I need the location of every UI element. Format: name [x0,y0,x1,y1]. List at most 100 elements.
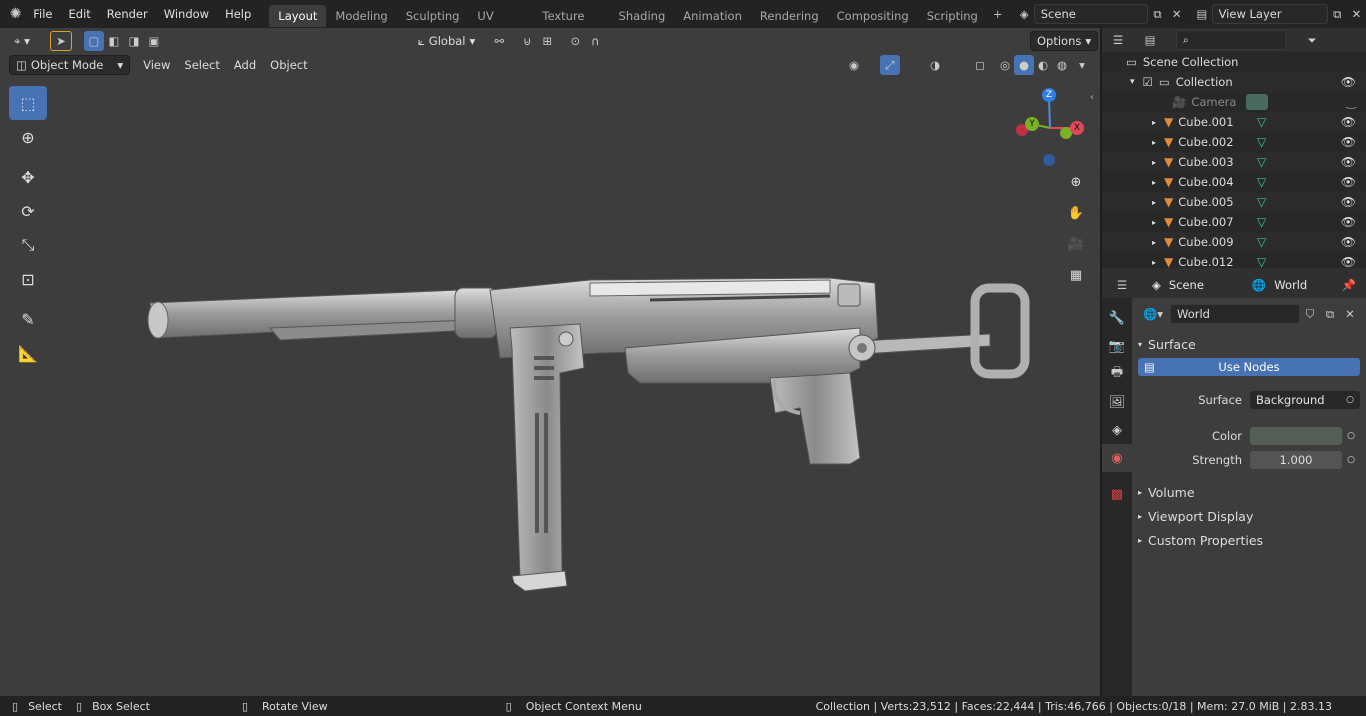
display-mode-icon[interactable]: ▤ [1140,30,1160,50]
output-tab-icon[interactable]: 🖶 [1102,360,1132,388]
camera-object-icon: 🎥 [1172,95,1187,109]
outliner-row-cube[interactable]: ▸ ▼ Cube.003 ▽ 👁 [1102,152,1366,172]
scene-field[interactable]: Scene [1033,4,1148,24]
viewport-display-panel-header[interactable]: ▸ Viewport Display [1138,504,1360,528]
pin-icon[interactable]: 📌 [1342,278,1356,292]
tab-modeling[interactable]: Modeling [326,5,396,27]
scene-tab-icon[interactable]: ◈ [1102,416,1132,444]
tab-shading[interactable]: Shading [610,5,675,27]
world-tab-icon[interactable]: ◉ [1102,444,1132,472]
outliner-row-cube[interactable]: ▸ ▼ Cube.001 ▽ 👁 [1102,112,1366,132]
expand-arrow-icon[interactable]: ▸ [1152,138,1156,147]
menu-edit[interactable]: Edit [61,0,99,28]
tab-animation[interactable]: Animation [674,5,751,27]
tab-uv-editing[interactable]: UV Editing [468,5,533,45]
add-workspace-button[interactable]: + [987,7,1009,21]
filter-icon[interactable]: ⏷ [1302,30,1322,50]
outliner-editor-icon[interactable]: ☰ [1108,30,1128,50]
3d-viewport[interactable]: ⌖ ▾ ➤ ▢ ◧ ◨ ▣ ⟀ Global ▾ ⚯ ⊍ ⊞ ⊙ ∩ Optio… [0,28,1100,696]
eye-icon[interactable]: 👁 [1341,135,1356,149]
tab-scripting[interactable]: Scripting [918,5,987,27]
eye-icon[interactable]: 👁 [1341,115,1356,129]
strength-socket-icon[interactable]: ○ [1342,455,1360,465]
expand-arrow-icon[interactable]: ▸ [1152,258,1156,267]
texture-tab-icon[interactable]: ▩ [1102,480,1132,508]
outliner-row-cube[interactable]: ▸ ▼ Cube.009 ▽ 👁 [1102,232,1366,252]
delete-viewlayer-icon[interactable]: ✕ [1347,4,1366,24]
world-name-field[interactable]: World [1170,304,1300,324]
blender-logo-icon[interactable]: ✺ [6,4,25,24]
mesh-data-icon: ▽ [1257,115,1267,129]
properties-editor-icon[interactable]: ☰ [1112,275,1132,295]
tab-compositing[interactable]: Compositing [828,5,918,27]
menu-file[interactable]: File [25,0,60,28]
tab-texture-paint[interactable]: Texture Paint [533,5,609,45]
sidebar-toggle-icon[interactable]: ‹ [1090,92,1094,103]
outliner-row-cube[interactable]: ▸ ▼ Cube.007 ▽ 👁 [1102,212,1366,232]
scene-selector-icon[interactable]: ◈ [1015,4,1034,24]
menu-window[interactable]: Window [156,0,217,28]
eye-icon[interactable]: 👁 [1341,175,1356,189]
viewlayer-field[interactable]: View Layer [1211,4,1328,24]
world-browse-icon[interactable]: 🌐▾ [1138,304,1168,324]
expand-arrow-icon[interactable]: ▸ [1152,158,1156,167]
scene-context-label[interactable]: Scene [1169,278,1204,292]
eye-icon[interactable]: 👁 [1341,195,1356,209]
strength-field[interactable]: 1.000 [1250,451,1342,469]
surface-shader-dropdown[interactable]: Background ○ [1250,391,1360,409]
outliner-row-camera[interactable]: 🎥 Camera ‿ [1102,92,1366,112]
unlink-world-icon[interactable]: ✕ [1340,304,1360,324]
eye-icon[interactable]: 👁 [1341,255,1356,268]
fake-user-shield-icon[interactable]: ⛉ [1300,304,1320,324]
tab-rendering[interactable]: Rendering [751,5,828,27]
orientation-gizmo[interactable]: Z Y X [1010,86,1090,166]
delete-scene-icon[interactable]: ✕ [1167,4,1186,24]
viewlayer-selector-icon[interactable]: ▤ [1192,4,1211,24]
menu-render[interactable]: Render [99,0,156,28]
zoom-icon[interactable]: ⊕ [1064,170,1088,194]
new-scene-icon[interactable]: ⧉ [1148,4,1167,24]
view-layer-tab-icon[interactable]: 🖼 [1102,388,1132,416]
hidden-eye-icon[interactable]: ‿ [1346,95,1356,109]
outliner-row-collection[interactable]: ▾ ☑ ▭ Collection 👁 [1102,72,1366,92]
status-rotate-view: Rotate View [262,699,328,713]
tab-layout[interactable]: Layout [269,4,327,27]
pan-hand-icon[interactable]: ✋ [1064,201,1088,225]
color-socket-icon[interactable]: ○ [1342,431,1360,441]
render-tab-icon[interactable]: 📷 [1102,332,1132,360]
perspective-toggle-icon[interactable]: ▦ [1064,263,1088,287]
duplicate-world-icon[interactable]: ⧉ [1320,304,1340,324]
gizmo-z-icon[interactable]: Z [1042,88,1056,102]
expand-arrow-icon[interactable]: ▸ [1152,178,1156,187]
gizmo-x-icon[interactable]: X [1070,121,1084,135]
color-swatch[interactable] [1250,427,1342,445]
world-context-label[interactable]: World [1274,278,1307,292]
eye-icon[interactable]: 👁 [1341,155,1356,169]
menu-help[interactable]: Help [217,0,259,28]
outliner-row-scene-collection[interactable]: ▭ Scene Collection [1102,52,1366,72]
checkbox-icon[interactable]: ☑ [1143,75,1153,89]
expand-arrow-icon[interactable]: ▸ [1152,118,1156,127]
eye-icon[interactable]: 👁 [1341,215,1356,229]
new-viewlayer-icon[interactable]: ⧉ [1328,4,1347,24]
tab-sculpting[interactable]: Sculpting [397,5,469,27]
use-nodes-button[interactable]: ▤ Use Nodes [1138,358,1360,376]
surface-panel-header[interactable]: ▾ Surface [1138,332,1360,356]
expand-arrow-icon[interactable]: ▾ [1130,77,1135,87]
outliner-row-cube[interactable]: ▸ ▼ Cube.005 ▽ 👁 [1102,192,1366,212]
outliner-row-cube[interactable]: ▸ ▼ Cube.002 ▽ 👁 [1102,132,1366,152]
expand-arrow-icon[interactable]: ▸ [1152,238,1156,247]
camera-view-icon[interactable]: 🎥 [1064,232,1088,256]
eye-icon[interactable]: 👁 [1341,75,1356,89]
expand-arrow-icon[interactable]: ▸ [1152,218,1156,227]
expand-arrow-icon[interactable]: ▸ [1152,198,1156,207]
outliner-row-cube[interactable]: ▸ ▼ Cube.004 ▽ 👁 [1102,172,1366,192]
outliner-row-cube[interactable]: ▸ ▼ Cube.012 ▽ 👁 [1102,252,1366,268]
custom-properties-panel-header[interactable]: ▸ Custom Properties [1138,528,1360,552]
outliner-search-input[interactable]: ⌕ [1176,30,1286,50]
tool-tab-icon[interactable]: 🔧 [1102,304,1132,332]
gizmo-y-icon[interactable]: Y [1025,117,1039,131]
viewport-model[interactable] [0,28,1100,696]
eye-icon[interactable]: 👁 [1341,235,1356,249]
volume-panel-header[interactable]: ▸ Volume [1138,480,1360,504]
